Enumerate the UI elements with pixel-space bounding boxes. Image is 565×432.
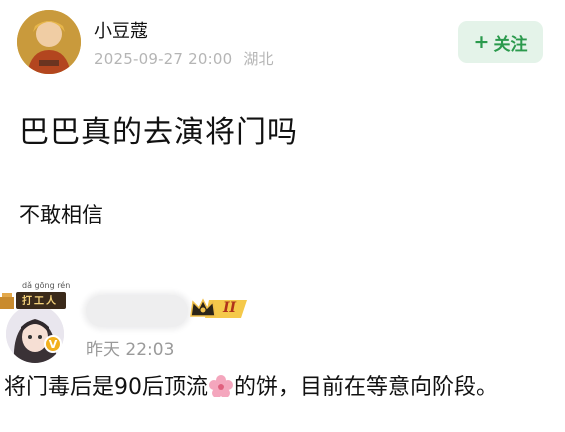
follow-button[interactable]: + 关注 (458, 21, 543, 63)
post-title: 巴巴真的去演将门吗 (19, 115, 298, 150)
comment-text-part2: 的饼，目前在等意向阶段。 (234, 375, 499, 400)
crown-icon (190, 298, 247, 318)
commenter-avatar-image (6, 305, 64, 363)
comment-text: 将门毒后是90后顶流 的饼，目前在等意向阶段。 (4, 372, 560, 404)
post-meta: 2025-09-27 20:00 湖北 (94, 48, 274, 69)
cherry-blossom-icon (209, 375, 233, 397)
title-badge-text: 打工人 (22, 296, 58, 307)
post-location: 湖北 (243, 50, 274, 68)
comment-time: 昨天 22:03 (86, 340, 175, 360)
verified-badge: V (44, 335, 62, 353)
author-name[interactable]: 小豆蔻 (94, 17, 148, 43)
comment-text-part1: 将门毒后是90后顶流 (4, 375, 208, 400)
commenter-name-redacted[interactable] (86, 295, 188, 327)
level-badge: II (189, 296, 251, 322)
level-label: II (223, 300, 237, 316)
plus-icon: + (473, 31, 490, 53)
commenter-avatar[interactable] (6, 305, 64, 363)
post-body: 不敢相信 (19, 203, 103, 227)
avatar-image (17, 10, 81, 74)
post-timestamp: 2025-09-27 20:00 (94, 50, 233, 68)
title-badge: dǎ gōng rén 打工人 (0, 281, 72, 309)
author-avatar[interactable] (17, 10, 81, 74)
follow-label: 关注 (493, 34, 528, 55)
comment-item: dǎ gōng rén 打工人 V II 昨天 22:03 将门毒后是90后顶流… (0, 281, 565, 432)
